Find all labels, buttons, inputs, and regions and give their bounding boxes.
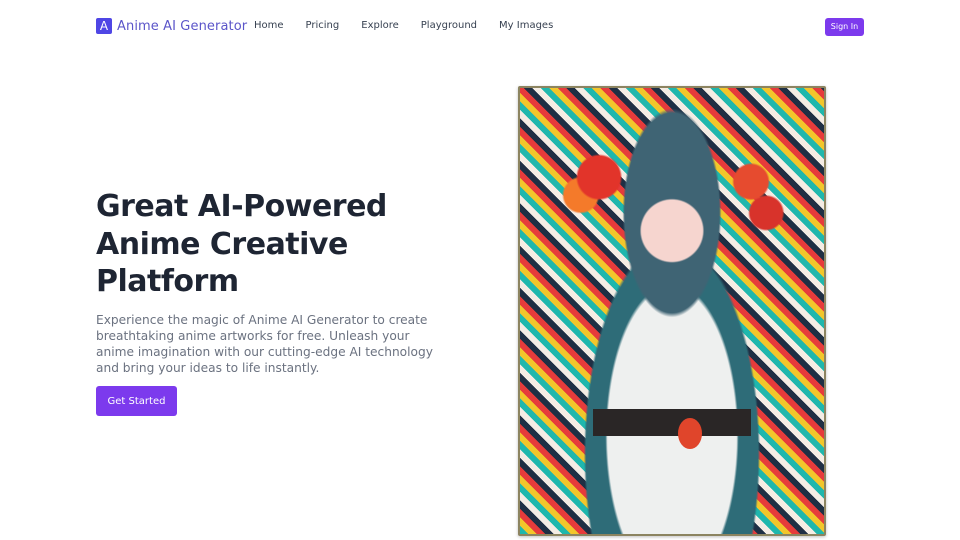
hero-image-frame xyxy=(518,86,826,536)
nav-my-images[interactable]: My Images xyxy=(499,19,553,33)
hero-anime-image xyxy=(520,88,824,534)
hero-description: Experience the magic of Anime AI Generat… xyxy=(96,313,433,375)
nav-links: Home Pricing Explore Playground My Image… xyxy=(254,19,575,33)
nav-home[interactable]: Home xyxy=(254,19,284,33)
sign-in-button[interactable]: Sign In xyxy=(825,18,864,36)
nav-pricing[interactable]: Pricing xyxy=(306,19,340,33)
nav-playground[interactable]: Playground xyxy=(421,19,477,33)
top-navigation: A Anime AI Generator Home Pricing Explor… xyxy=(0,0,960,54)
brand-name: Anime AI Generator xyxy=(117,18,248,34)
hero-title: Great AI-Powered Anime Creative Platform xyxy=(96,189,387,299)
get-started-button[interactable]: Get Started xyxy=(96,386,177,416)
brand-logo-link[interactable]: A Anime AI Generator xyxy=(96,18,247,34)
image-detail-bow xyxy=(678,418,703,450)
logo-icon: A xyxy=(96,18,112,34)
image-detail-obi-sash xyxy=(592,409,752,436)
nav-explore[interactable]: Explore xyxy=(361,19,399,33)
